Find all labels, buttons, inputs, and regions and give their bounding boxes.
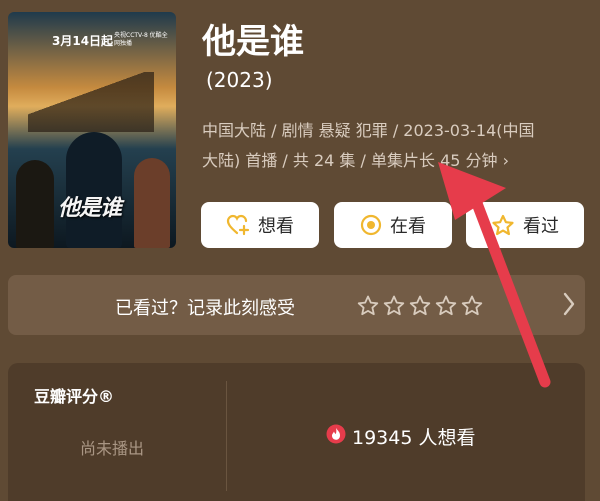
red-arrow-annotation (438, 162, 551, 388)
